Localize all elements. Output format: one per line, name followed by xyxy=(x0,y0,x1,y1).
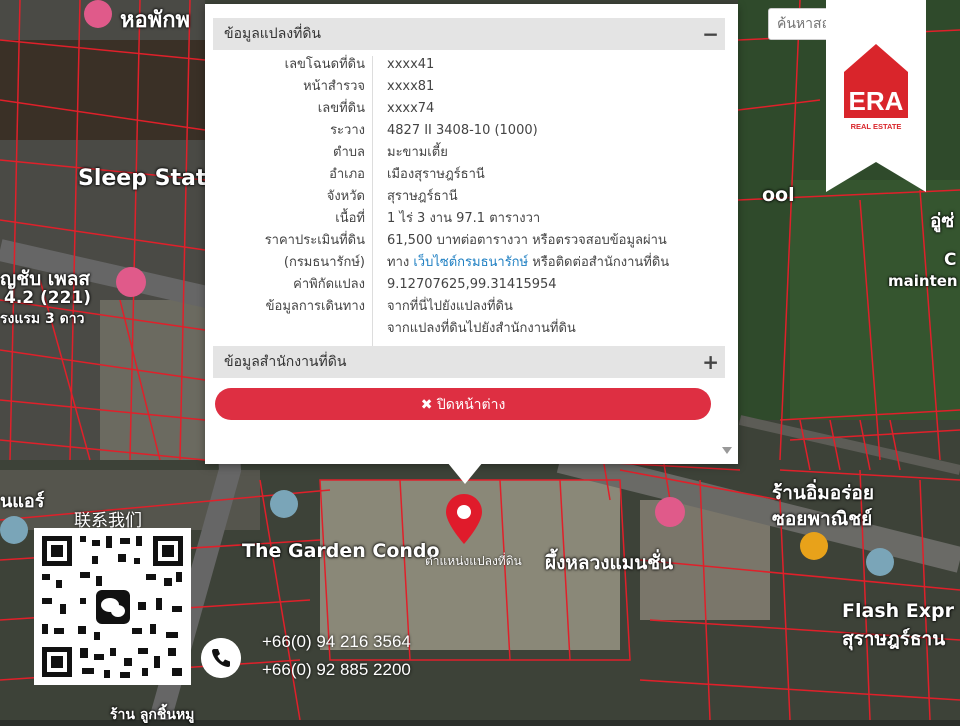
section-title: ข้อมูลแปลงที่ดิน xyxy=(224,26,322,42)
info-row-province: จังหวัด สุราษฎร์ธานี xyxy=(213,186,725,208)
phone-number-1[interactable]: +66(0) 94 216 3564 xyxy=(262,632,411,652)
map-label: mainten xyxy=(888,272,958,290)
row-label: อำเภอ xyxy=(329,167,365,182)
row-value: xxxx81 xyxy=(387,79,435,94)
row-label: หน้าสำรวจ xyxy=(303,79,365,94)
info-row-subdistrict: ตำบล มะขามเตี้ย xyxy=(213,142,725,164)
row-value: 4827 II 3408-10 (1000) xyxy=(387,123,538,138)
row-value: สุราษฎร์ธานี xyxy=(387,189,458,204)
map-label: Sleep Stati xyxy=(78,166,214,191)
info-row-area: เนื้อที่ 1 ไร่ 3 งาน 97.1 ตารางวา xyxy=(213,208,725,230)
map-label: รงแรม 3 ดาว xyxy=(0,311,85,327)
row-label: เลขโฉนดที่ดิน xyxy=(284,57,365,72)
info-row-land-number: เลขที่ดิน xxxx74 xyxy=(213,98,725,120)
era-tagline: REAL ESTATE xyxy=(851,122,902,131)
row-label: ตำบล xyxy=(333,145,365,160)
pin-label: ตำแหน่งแปลงที่ดิน xyxy=(425,554,522,568)
collapse-icon[interactable]: − xyxy=(702,18,719,50)
directions-to-office-link[interactable]: จากแปลงที่ดินไปยังสำนักงานที่ดิน xyxy=(387,318,727,340)
map-label: The Garden Condo xyxy=(242,540,440,562)
map-label: Flash Expr xyxy=(842,600,954,622)
section-land-office-header[interactable]: ข้อมูลสำนักงานที่ดิน + xyxy=(213,346,725,378)
info-row-directions-office: จากแปลงที่ดินไปยังสำนักงานที่ดิน xyxy=(213,318,725,340)
value-suffix: หรือติดต่อสำนักงานที่ดิน xyxy=(528,255,670,270)
info-row-survey-page: หน้าสำรวจ xxxx81 xyxy=(213,76,725,98)
map-label: นแอร์ xyxy=(0,491,45,512)
info-row-directions: ข้อมูลการเดินทาง จากที่นี่ไปยังแปลงที่ดิน xyxy=(213,296,725,318)
scroll-down-arrow-icon[interactable] xyxy=(722,447,732,454)
section-land-parcel-header[interactable]: ข้อมูลแปลงที่ดิน − xyxy=(213,18,725,50)
map-label: หอพักพ xyxy=(120,8,191,33)
info-row-district: อำเภอ เมืองสุราษฎร์ธานี xyxy=(213,164,725,186)
row-label: (กรมธนารักษ์) xyxy=(283,255,365,270)
location-pin-icon[interactable] xyxy=(446,494,482,544)
row-label: ค่าพิกัดแปลง xyxy=(293,277,365,292)
row-value: 61,500 บาทต่อตารางวา หรือตรวจสอบข้อมูลผ่… xyxy=(387,233,667,248)
row-label: เลขที่ดิน xyxy=(317,101,365,116)
info-row-coordinates: ค่าพิกัดแปลง 9.12707625,99.31415954 xyxy=(213,274,725,296)
map-label: สุราษฎร์ธาน xyxy=(842,628,946,650)
info-row-treasury: (กรมธนารักษ์) ทาง เว็บไซต์กรมธนารักษ์ หรื… xyxy=(213,252,725,274)
row-label: ระวาง xyxy=(330,123,365,138)
treasury-website-link[interactable]: เว็บไซต์กรมธนารักษ์ xyxy=(413,255,528,270)
row-value: xxxx74 xyxy=(387,101,435,116)
row-label: จังหวัด xyxy=(326,189,365,204)
info-row-deed: เลขโฉนดที่ดิน xxxx41 xyxy=(213,54,725,76)
info-row-map-sheet: ระวาง 4827 II 3408-10 (1000) xyxy=(213,120,725,142)
map-label: อู่ซ่ xyxy=(930,210,955,232)
close-window-button[interactable]: ✖ ปิดหน้าต่าง xyxy=(215,388,711,420)
directions-to-parcel-link[interactable]: จากที่นี่ไปยังแปลงที่ดิน xyxy=(387,296,727,318)
map-label: C xyxy=(944,250,957,270)
phone-number-2[interactable]: +66(0) 92 885 2200 xyxy=(262,660,411,680)
expand-icon[interactable]: + xyxy=(702,346,719,378)
row-label: ข้อมูลการเดินทาง xyxy=(265,299,365,314)
map-label: ซอยพาณิชย์ xyxy=(772,508,873,530)
map-label: ผึ้งหลวงแมนชั่น xyxy=(545,552,674,574)
popup-pointer xyxy=(447,462,483,484)
map-label: 4.2 (221) xyxy=(4,288,92,308)
era-logo-text: ERA xyxy=(849,86,904,116)
row-value: เมืองสุราษฎร์ธานี xyxy=(387,167,485,182)
row-value: xxxx41 xyxy=(387,57,435,72)
land-info-popup: ข้อมูลแปลงที่ดิน − เลขโฉนดที่ดิน xxxx41 ห… xyxy=(205,4,738,464)
map-label: ool xyxy=(762,184,795,206)
section-title: ข้อมูลสำนักงานที่ดิน xyxy=(224,354,347,370)
land-info-table: เลขโฉนดที่ดิน xxxx41 หน้าสำรวจ xxxx81 เลขท… xyxy=(213,54,725,340)
row-label: เนื้อที่ xyxy=(335,211,365,226)
value-prefix: ทาง xyxy=(387,255,414,270)
info-row-appraisal: ราคาประเมินที่ดิน 61,500 บาทต่อตารางวา หร… xyxy=(213,230,725,252)
row-value: ทาง เว็บไซต์กรมธนารักษ์ หรือติดต่อสำนักง… xyxy=(387,252,727,274)
row-label: ราคาประเมินที่ดิน xyxy=(264,233,365,248)
map-label: ร้าน ลูกชิ้นหมู xyxy=(110,707,195,723)
coordinates-link[interactable]: 9.12707625,99.31415954 xyxy=(387,274,727,296)
era-logo: ERA REAL ESTATE xyxy=(826,0,926,192)
wechat-qr-code[interactable] xyxy=(34,528,191,685)
row-value: 1 ไร่ 3 งาน 97.1 ตารางวา xyxy=(387,211,541,226)
row-value: มะขามเตี้ย xyxy=(387,145,448,160)
phone-icon xyxy=(201,638,241,678)
